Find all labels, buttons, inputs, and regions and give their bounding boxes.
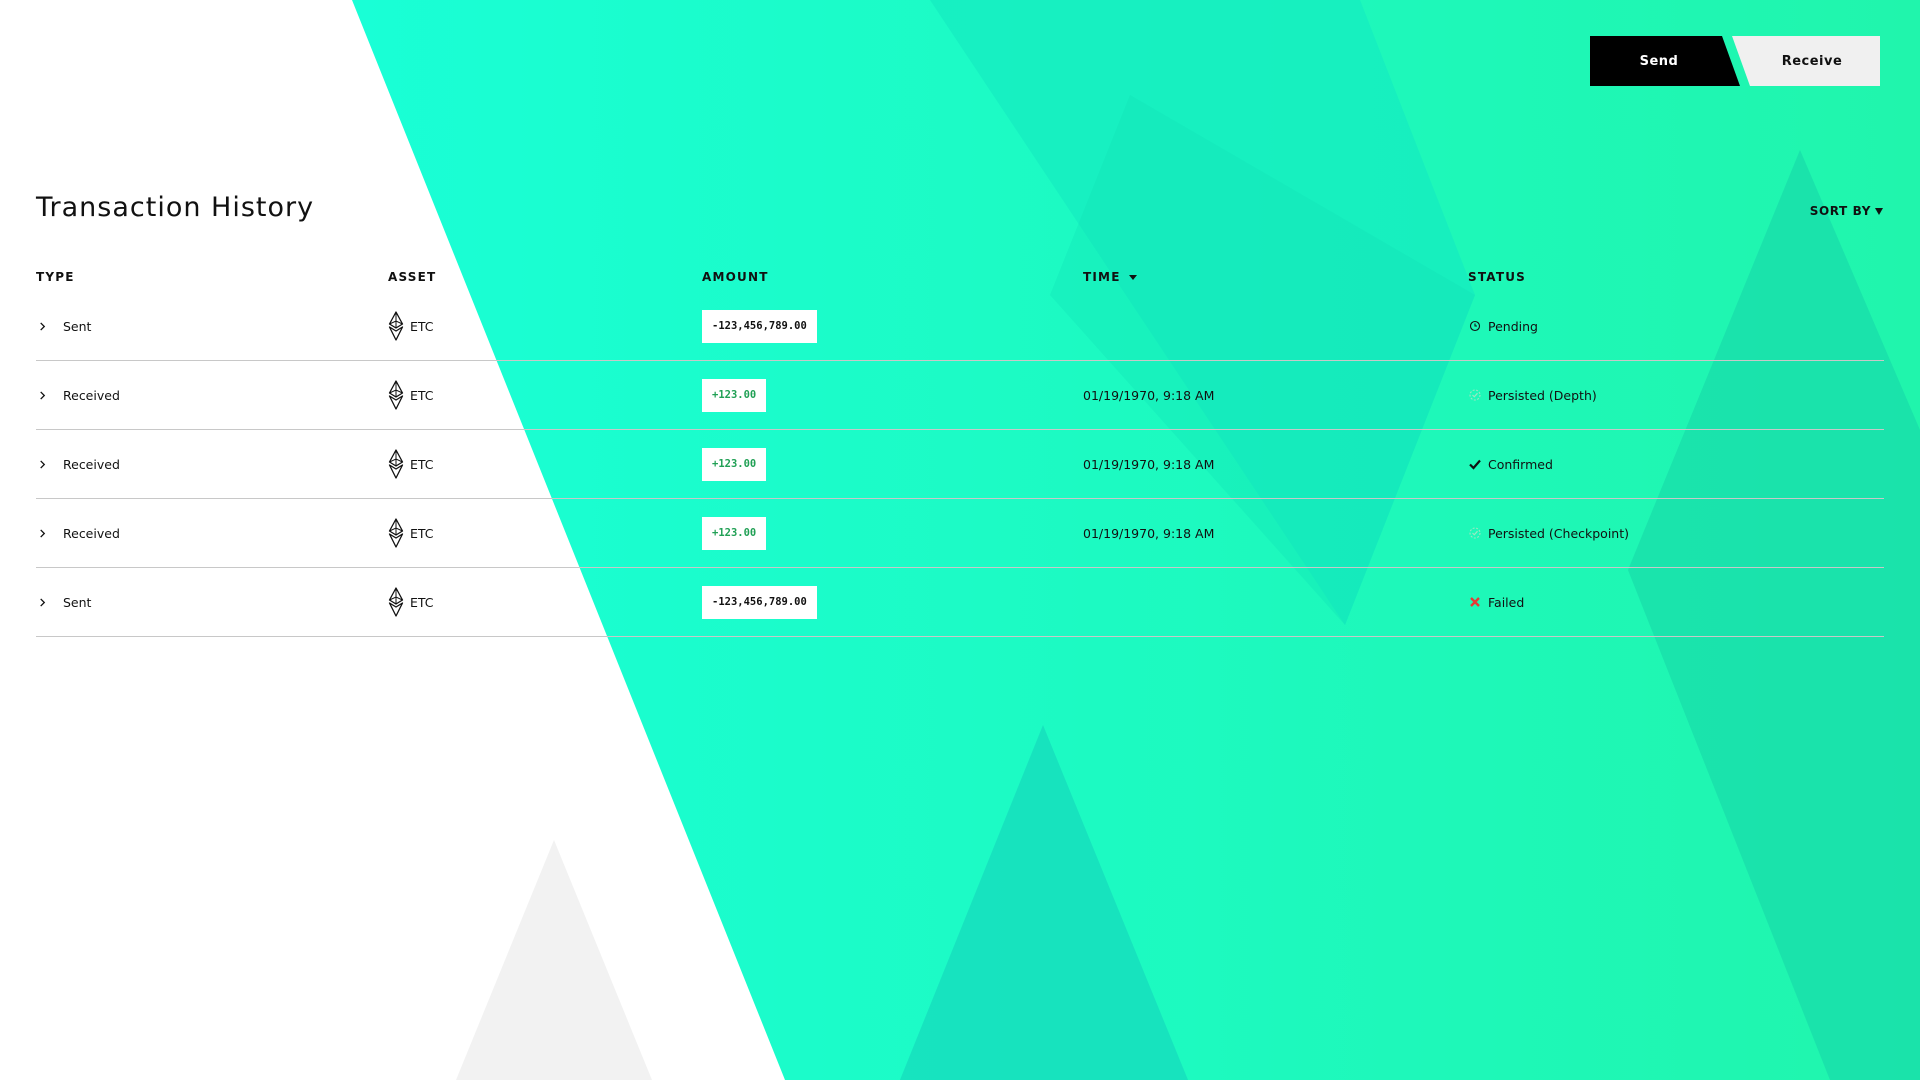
chevron-right-icon[interactable] [38, 459, 47, 469]
app-window: Send Receive Transaction History SORT BY… [0, 0, 1920, 1080]
caret-down-icon [1875, 207, 1883, 215]
row-type: Received [63, 525, 120, 541]
row-asset: ETC [410, 318, 434, 334]
row-asset: ETC [410, 594, 434, 610]
row-amount: -123,456,789.00 [702, 585, 817, 619]
header-time[interactable]: TIME [1083, 270, 1137, 284]
send-receive-toggle: Send Receive [1590, 36, 1880, 86]
header-amount: AMOUNT [702, 270, 769, 284]
page-title: Transaction History [36, 192, 315, 223]
row-amount: +123.00 [702, 447, 767, 481]
row-amount: +123.00 [702, 378, 767, 412]
row-type: Sent [63, 318, 92, 334]
sort-by-button[interactable]: SORT BY [1810, 204, 1883, 218]
transaction-table: TYPE ASSET AMOUNT TIME STATUS Sent ETC -… [36, 262, 1884, 637]
chevron-right-icon[interactable] [38, 597, 47, 607]
header-time-label: TIME [1083, 270, 1121, 284]
table-row[interactable]: Received ETC +123.00 01/19/1970, 9:18 AM… [36, 361, 1884, 430]
row-asset: ETC [410, 387, 434, 403]
header-type: TYPE [36, 270, 75, 284]
etc-logo-icon [388, 311, 404, 341]
etc-logo-icon [388, 449, 404, 479]
row-status: Persisted (Depth) [1488, 387, 1597, 403]
table-row[interactable]: Received ETC +123.00 01/19/1970, 9:18 AM… [36, 499, 1884, 568]
chevron-right-icon[interactable] [38, 321, 47, 331]
check-icon [1469, 459, 1481, 470]
sort-by-label: SORT BY [1809, 204, 1871, 218]
row-amount: -123,456,789.00 [702, 309, 817, 343]
sort-caret-icon [1128, 274, 1137, 280]
row-type: Received [63, 387, 120, 403]
row-asset: ETC [410, 525, 434, 541]
row-time: 01/19/1970, 9:18 AM [1083, 456, 1215, 472]
row-status: Pending [1488, 318, 1538, 334]
row-status: Failed [1488, 594, 1525, 610]
header-asset: ASSET [388, 270, 437, 284]
table-row[interactable]: Sent ETC -123,456,789.00 Failed [36, 568, 1884, 637]
clock-icon [1469, 320, 1481, 332]
row-type: Sent [63, 594, 92, 610]
table-row[interactable]: Received ETC +123.00 01/19/1970, 9:18 AM… [36, 430, 1884, 499]
persisted-check-icon [1469, 389, 1481, 401]
row-status: Confirmed [1488, 456, 1553, 472]
row-amount: +123.00 [702, 516, 767, 550]
row-type: Received [63, 456, 120, 472]
row-status: Persisted (Checkpoint) [1488, 525, 1630, 541]
row-asset: ETC [410, 456, 434, 472]
chevron-right-icon[interactable] [38, 390, 47, 400]
chevron-right-icon[interactable] [38, 528, 47, 538]
persisted-check-icon [1469, 527, 1481, 539]
header-status: STATUS [1468, 270, 1527, 284]
table-header: TYPE ASSET AMOUNT TIME STATUS [36, 262, 1884, 292]
etc-logo-icon [388, 587, 404, 617]
row-time: 01/19/1970, 9:18 AM [1083, 387, 1215, 403]
receive-button[interactable]: Receive [1732, 36, 1880, 86]
send-button[interactable]: Send [1590, 36, 1740, 86]
row-time: 01/19/1970, 9:18 AM [1083, 525, 1215, 541]
table-row[interactable]: Sent ETC -123,456,789.00 Pending [36, 292, 1884, 361]
x-icon [1470, 597, 1480, 607]
etc-logo-icon [388, 518, 404, 548]
etc-logo-icon [388, 380, 404, 410]
